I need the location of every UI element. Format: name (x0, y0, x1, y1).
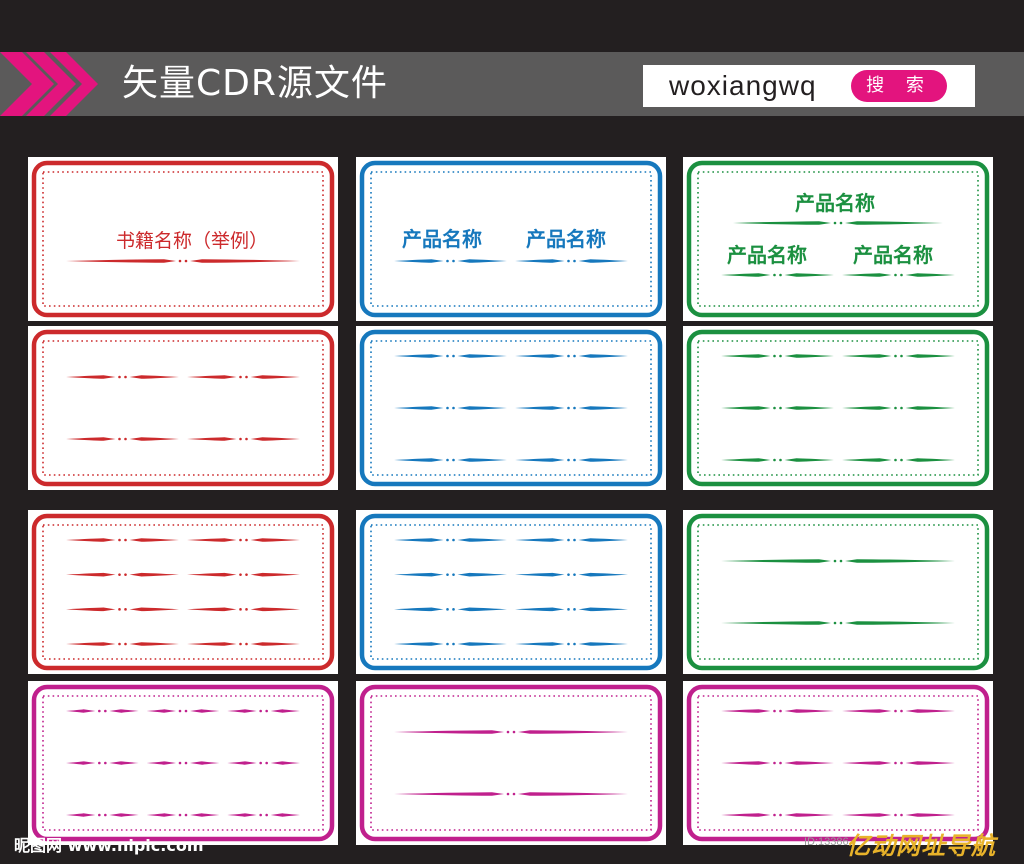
divider-ornament (394, 642, 507, 646)
divider-ornament (66, 642, 179, 646)
divider-ornament (394, 458, 507, 462)
divider-ornament (842, 354, 955, 358)
divider-ornament (721, 559, 955, 563)
divider-ornament (842, 273, 955, 277)
divider-ornament (842, 458, 955, 462)
divider-ornament (515, 572, 628, 577)
label-card (683, 681, 993, 845)
banner-title: 矢量CDR源文件 (122, 63, 388, 104)
search-box[interactable]: woxiangwq 搜 索 (643, 65, 975, 107)
divider-ornament (842, 406, 955, 410)
divider-ornament (721, 273, 834, 277)
divider-ornament (515, 642, 628, 646)
divider-ornament (515, 259, 628, 263)
card-frame (31, 329, 335, 487)
card-frame (359, 513, 663, 671)
label-card (28, 681, 338, 845)
label-card: 产品名称 产品名称 (356, 157, 666, 321)
divider-ornament (66, 607, 179, 612)
divider-ornament (515, 458, 628, 462)
card-title-label: 书籍名称（举例） (116, 230, 269, 252)
divider-ornament (733, 221, 943, 225)
divider-ornament (66, 375, 179, 379)
label-card (683, 326, 993, 490)
divider-ornament (721, 354, 834, 358)
divider-ornament (394, 607, 507, 612)
divider-ornament (721, 761, 834, 765)
title-banner: 矢量CDR源文件 woxiangwq 搜 索 (0, 52, 1024, 116)
search-button[interactable]: 搜 索 (851, 70, 947, 102)
divider-ornament (515, 538, 628, 542)
card-title-label: 产品名称 (402, 227, 482, 251)
divider-ornament (227, 709, 300, 713)
divider-ornament (227, 813, 300, 817)
divider-ornament (187, 375, 300, 379)
divider-ornament (187, 642, 300, 646)
divider-ornament (66, 259, 300, 263)
divider-ornament (66, 437, 179, 441)
divider-ornament (66, 761, 139, 765)
card-frame (359, 329, 663, 487)
divider-ornament (394, 406, 507, 410)
divider-ornament (515, 406, 628, 410)
card-frame (686, 160, 990, 318)
card-title-label: 产品名称 (795, 191, 875, 215)
divider-ornament (394, 730, 628, 734)
card-title-label: 产品名称 (853, 243, 933, 267)
chevron-arrows-icon (0, 52, 98, 116)
card-frame (31, 513, 335, 671)
divider-ornament (721, 621, 955, 625)
divider-ornament (842, 761, 955, 765)
card-frame (31, 684, 335, 842)
label-card: 书籍名称（举例） (28, 157, 338, 321)
divider-ornament (721, 406, 834, 410)
divider-ornament (146, 813, 220, 817)
label-card (683, 510, 993, 674)
label-card (356, 681, 666, 845)
divider-ornament (394, 259, 507, 263)
divider-ornament (66, 813, 139, 817)
divider-ornament (394, 354, 507, 358)
divider-ornament (66, 709, 139, 713)
label-card: 产品名称 产品名称 产品名称 (683, 157, 993, 321)
divider-ornament (721, 813, 834, 817)
divider-ornament (187, 437, 300, 441)
card-frame (686, 329, 990, 487)
nipic-watermark: 昵图网 www.nipic.com (14, 836, 204, 855)
divider-ornament (842, 813, 955, 817)
search-text: woxiangwq (669, 70, 817, 101)
divider-ornament (721, 458, 834, 462)
divider-ornament (394, 572, 507, 577)
card-frame (686, 684, 990, 842)
label-card (356, 510, 666, 674)
label-card (356, 326, 666, 490)
divider-ornament (187, 607, 300, 612)
divider-ornament (227, 761, 300, 765)
label-card (28, 326, 338, 490)
divider-ornament (394, 792, 628, 796)
divider-ornament (842, 709, 955, 713)
divider-ornament (66, 538, 179, 542)
image-id-text: ID:13386 (804, 836, 849, 848)
card-frame (359, 684, 663, 842)
card-title-label: 产品名称 (526, 227, 606, 251)
card-title-label: 产品名称 (727, 243, 807, 267)
divider-ornament (146, 709, 220, 713)
label-card (28, 510, 338, 674)
divider-ornament (146, 761, 220, 765)
divider-ornament (66, 572, 179, 577)
card-frame (686, 513, 990, 671)
divider-ornament (187, 572, 300, 577)
divider-ornament (515, 607, 628, 612)
divider-ornament (721, 709, 834, 713)
divider-ornament (394, 538, 507, 542)
divider-ornament (515, 354, 628, 358)
site-watermark: 亿动网址导航 (846, 832, 996, 860)
divider-ornament (187, 538, 300, 542)
